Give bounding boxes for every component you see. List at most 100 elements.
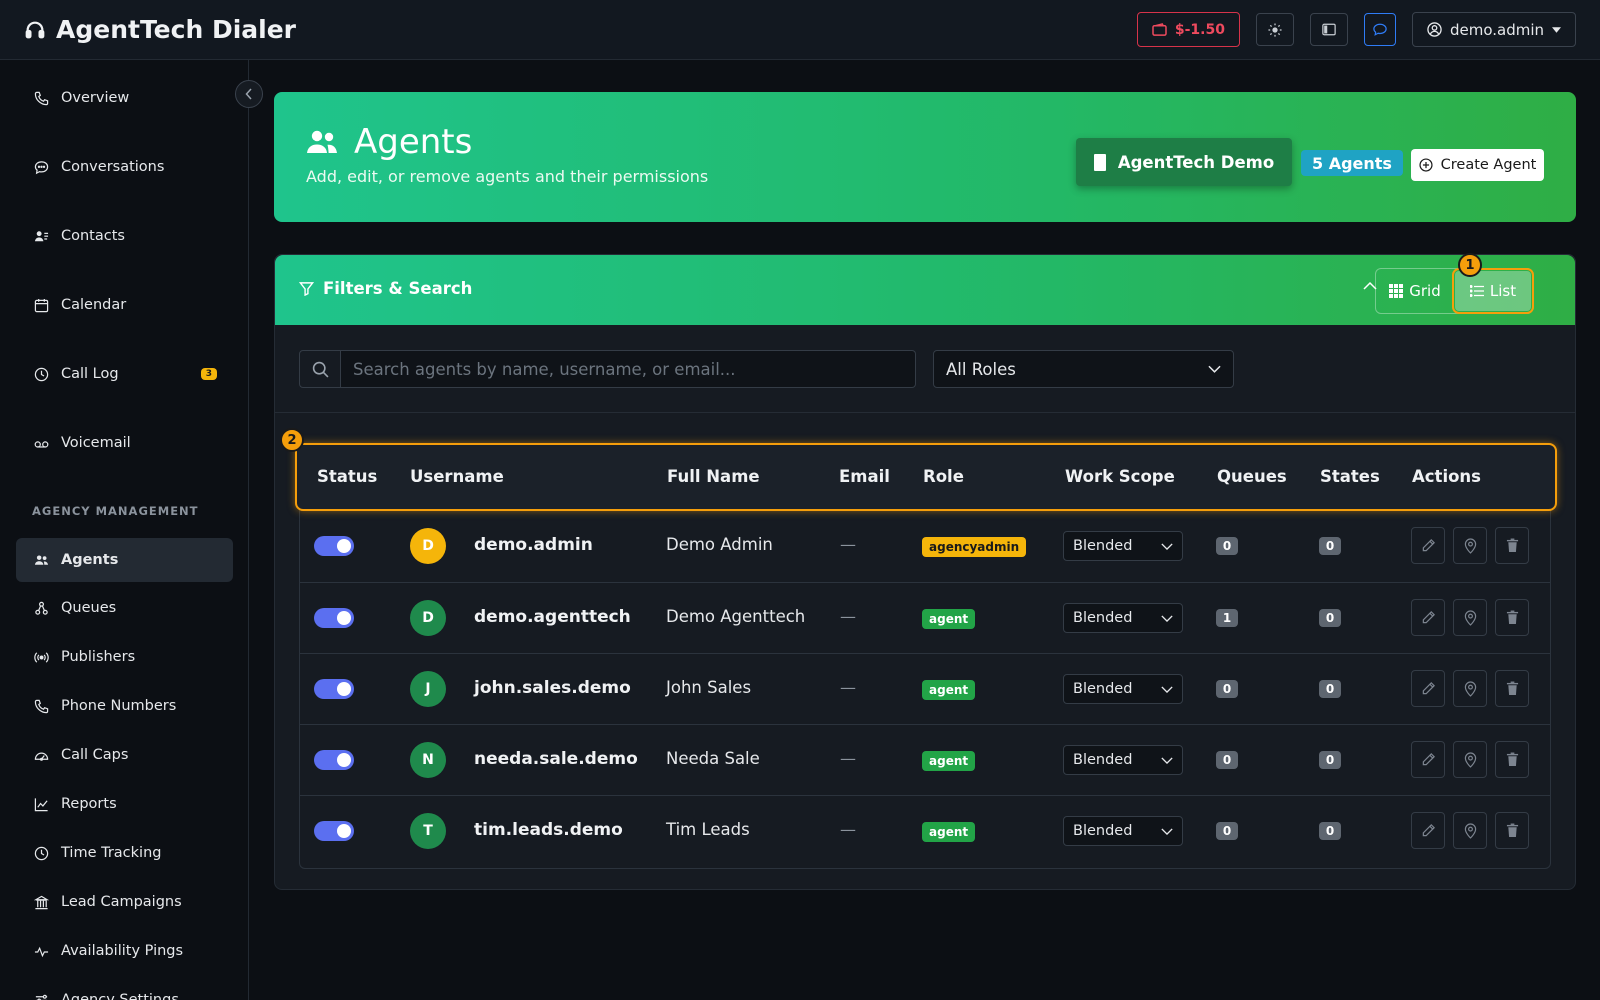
edit-agent-button[interactable]	[1411, 527, 1445, 564]
pulse-icon	[34, 944, 49, 959]
username-cell[interactable]: john.sales.demo	[474, 678, 631, 698]
create-agent-button[interactable]: Create Agent	[1411, 149, 1544, 181]
edit-agent-button[interactable]	[1411, 741, 1445, 778]
queues-cell: 0	[1216, 537, 1238, 555]
status-toggle-switch[interactable]	[314, 750, 354, 770]
sidebar-item-agents[interactable]: Agents	[16, 538, 233, 582]
status-toggle-switch[interactable]	[314, 821, 354, 841]
column-header-username[interactable]: Username	[410, 467, 504, 486]
chevron-down-icon	[1161, 542, 1173, 550]
delete-agent-button[interactable]	[1495, 741, 1529, 778]
column-header-status[interactable]: Status	[317, 467, 377, 486]
username-cell[interactable]: tim.leads.demo	[474, 820, 623, 840]
sidebar-item-contacts[interactable]: Contacts	[16, 214, 233, 258]
username-cell[interactable]: needa.sale.demo	[474, 749, 638, 769]
role-badge: agent	[922, 822, 976, 842]
filters-header[interactable]: Filters & Search Grid List	[275, 255, 1575, 325]
list-view-button[interactable]: List	[1452, 268, 1534, 314]
username-cell[interactable]: demo.admin	[474, 535, 593, 555]
chevron-down-icon	[1161, 756, 1173, 764]
delete-agent-button[interactable]	[1495, 812, 1529, 849]
actions-cell	[1411, 812, 1537, 849]
map-pin-icon	[1464, 610, 1477, 626]
actions-cell	[1411, 527, 1537, 564]
work-scope-cell: Blended	[1063, 603, 1183, 633]
search-input[interactable]	[341, 350, 916, 388]
states-count-badge: 0	[1319, 751, 1341, 769]
table-row: Jjohn.sales.demo John Sales — agent Blended 0…	[300, 653, 1550, 724]
edit-agent-button[interactable]	[1411, 599, 1445, 636]
sidebar-item-call-caps[interactable]: Call Caps	[16, 733, 233, 777]
role-filter-select[interactable]: All Roles	[933, 350, 1234, 388]
layout-toggle-button[interactable]	[1309, 13, 1348, 46]
chevron-down-icon	[1161, 827, 1173, 835]
chat-button[interactable]	[1363, 13, 1396, 46]
role-badge-cell: agent	[922, 822, 976, 842]
sidebar-item-availability-pings[interactable]: Availability Pings	[16, 929, 233, 973]
filters-card: Filters & Search Grid List 1 All Roles S…	[274, 253, 1576, 890]
people-icon	[306, 129, 338, 155]
list-icon	[1469, 285, 1484, 297]
status-toggle[interactable]	[314, 608, 354, 628]
balance-button[interactable]: $-1.50	[1136, 12, 1240, 47]
status-toggle[interactable]	[314, 536, 354, 556]
column-header-queues[interactable]: Queues	[1217, 467, 1287, 486]
sidebar-item-label: Contacts	[61, 228, 125, 244]
sidebar-item-time-tracking[interactable]: Time Tracking	[16, 831, 233, 875]
sidebar-item-conversations[interactable]: Conversations	[16, 145, 233, 189]
sidebar-item-voicemail[interactable]: Voicemail	[16, 421, 233, 465]
status-toggle-switch[interactable]	[314, 608, 354, 628]
column-header-work-scope[interactable]: Work Scope	[1065, 467, 1175, 486]
column-header-email[interactable]: Email	[839, 467, 890, 486]
username-cell[interactable]: demo.agenttech	[474, 607, 631, 627]
phone-icon	[34, 699, 49, 714]
sidebar-layout-icon	[1322, 23, 1336, 36]
edit-agent-button[interactable]	[1411, 812, 1445, 849]
sidebar-item-publishers[interactable]: Publishers	[16, 635, 233, 679]
delete-agent-button[interactable]	[1495, 670, 1529, 707]
company-button[interactable]: AgentTech Demo	[1076, 138, 1292, 186]
list-view-label: List	[1489, 282, 1517, 300]
status-toggle[interactable]	[314, 750, 354, 770]
column-header-role[interactable]: Role	[923, 467, 964, 486]
status-toggle-switch[interactable]	[314, 679, 354, 699]
actions-cell	[1411, 670, 1537, 707]
theme-toggle-button[interactable]	[1255, 13, 1294, 46]
search-group	[299, 350, 916, 388]
agent-states-button[interactable]	[1453, 812, 1487, 849]
sidebar-item-agency-settings[interactable]: Agency Settings	[16, 978, 233, 1000]
column-header-states[interactable]: States	[1320, 467, 1380, 486]
full-name-cell: Needa Sale	[666, 749, 760, 768]
edit-agent-button[interactable]	[1411, 670, 1445, 707]
delete-agent-button[interactable]	[1495, 599, 1529, 636]
work-scope-select[interactable]: Blended	[1063, 674, 1183, 704]
status-toggle[interactable]	[314, 679, 354, 699]
sidebar-item-calendar[interactable]: Calendar	[16, 283, 233, 327]
work-scope-select[interactable]: Blended	[1063, 531, 1183, 561]
column-header-full-name[interactable]: Full Name	[667, 467, 760, 486]
work-scope-select[interactable]: Blended	[1063, 816, 1183, 846]
status-toggle[interactable]	[314, 821, 354, 841]
agent-states-button[interactable]	[1453, 670, 1487, 707]
sidebar-item-phone-numbers[interactable]: Phone Numbers	[16, 684, 233, 728]
avatar: T	[410, 813, 446, 849]
grid-view-button[interactable]: Grid	[1376, 269, 1454, 313]
work-scope-select[interactable]: Blended	[1063, 603, 1183, 633]
brand[interactable]: AgentTech Dialer	[24, 15, 296, 44]
agent-states-button[interactable]	[1453, 527, 1487, 564]
agent-states-button[interactable]	[1453, 599, 1487, 636]
sidebar-item-overview[interactable]: Overview	[16, 76, 233, 120]
work-scope-value: Blended	[1073, 538, 1133, 554]
sidebar-item-lead-campaigns[interactable]: Lead Campaigns	[16, 880, 233, 924]
wallet-icon	[1152, 23, 1167, 36]
sidebar-collapse-button[interactable]	[235, 80, 263, 108]
user-menu-button[interactable]: demo.admin	[1411, 12, 1576, 47]
sidebar-item-reports[interactable]: Reports	[16, 782, 233, 826]
sidebar-item-call-log[interactable]: Call Log 3	[16, 352, 233, 396]
status-toggle-switch[interactable]	[314, 536, 354, 556]
pencil-icon	[1421, 752, 1436, 767]
work-scope-select[interactable]: Blended	[1063, 745, 1183, 775]
sidebar-item-queues[interactable]: Queues	[16, 586, 233, 630]
delete-agent-button[interactable]	[1495, 527, 1529, 564]
agent-states-button[interactable]	[1453, 741, 1487, 778]
